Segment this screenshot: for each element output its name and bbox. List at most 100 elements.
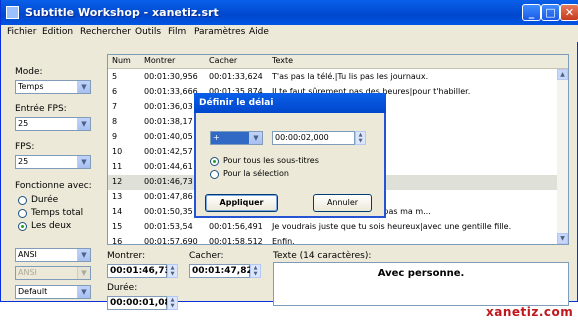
menu-aide[interactable]: Aide bbox=[249, 27, 269, 37]
table-cell: 00:01:44,61 bbox=[144, 162, 193, 171]
delay-dialog: Définir le délai + ▼ 00:00:02,000 ▲ ▼ Pour… bbox=[194, 93, 386, 218]
col-montrer[interactable]: Montrer bbox=[144, 56, 175, 65]
dialog-title: Définir le délai bbox=[194, 93, 386, 113]
window-title: Subtitle Workshop - xanetiz.srt bbox=[25, 6, 219, 19]
fps-in-select[interactable]: 25 ▼ bbox=[15, 117, 91, 131]
table-cell: 10 bbox=[112, 147, 123, 156]
chevron-down-icon: ▼ bbox=[249, 132, 262, 144]
table-cell: T'as pas la télé.|Tu lis pas les journau… bbox=[272, 72, 429, 81]
table-cell: 00:01:50,35 bbox=[144, 207, 193, 216]
minimize-button[interactable]: _ bbox=[522, 4, 541, 21]
table-cell: 13 bbox=[112, 192, 123, 201]
col-cacher[interactable]: Cacher bbox=[209, 56, 237, 65]
radio-selection[interactable] bbox=[210, 170, 219, 179]
table-cell: 6 bbox=[112, 87, 118, 96]
charset-select[interactable]: ANSI ▼ bbox=[15, 248, 91, 262]
table-cell: 12 bbox=[112, 177, 123, 186]
table-cell: 5 bbox=[112, 72, 118, 81]
delay-input[interactable]: 00:00:02,000 bbox=[272, 131, 355, 145]
watermark: xanetiz.com bbox=[486, 305, 574, 319]
radio-temps-total[interactable] bbox=[18, 209, 27, 218]
table-cell: 7 bbox=[112, 102, 118, 111]
chevron-down-icon: ▼ bbox=[77, 286, 90, 298]
menu-bar: Fichier Edition Rechercher Outils Film P… bbox=[2, 25, 578, 42]
menu-edition[interactable]: Edition bbox=[42, 27, 73, 37]
fps-in-label: Entrée FPS: bbox=[15, 104, 67, 114]
radio-les-deux[interactable] bbox=[18, 222, 27, 231]
text-label: Texte (14 caractères): bbox=[273, 251, 372, 261]
radio-all-subtitles-label: Pour tous les sous-titres bbox=[223, 156, 319, 165]
table-cell: 00:01:47,86 bbox=[144, 192, 193, 201]
table-cell: 00:01:42,57 bbox=[144, 147, 193, 156]
scroll-down-icon[interactable]: ▼ bbox=[557, 233, 568, 244]
apply-button[interactable]: Appliquer bbox=[205, 194, 278, 212]
radio-temps-total-label: Temps total bbox=[31, 208, 84, 218]
hide-label: Cacher: bbox=[189, 251, 224, 261]
maximize-button[interactable]: □ bbox=[541, 4, 560, 21]
table-cell: 00:01:36,03 bbox=[144, 102, 193, 111]
show-label: Montrer: bbox=[107, 251, 146, 261]
chevron-down-icon: ▼ bbox=[77, 267, 90, 279]
app-window: Subtitle Workshop - xanetiz.srt _ □ ✕ Fi… bbox=[0, 0, 578, 310]
works-with-label: Fonctionne avec: bbox=[15, 181, 92, 191]
delay-spinner[interactable]: ▲ ▼ bbox=[355, 131, 366, 145]
menu-rechercher[interactable]: Rechercher bbox=[80, 27, 131, 37]
chevron-down-icon: ▼ bbox=[77, 81, 90, 93]
format-select[interactable]: Default ▼ bbox=[15, 285, 91, 299]
table-cell: 00:01:58,512 bbox=[209, 237, 263, 245]
table-cell: 00:01:57,690 bbox=[144, 237, 198, 245]
table-cell: 8 bbox=[112, 117, 118, 126]
table-row[interactable]: 16 00:01:57,690 00:01:58,512 Enfin. bbox=[108, 235, 557, 245]
radio-selection-label: Pour la sélection bbox=[223, 169, 289, 178]
subtitle-text-area[interactable]: Avec personne. bbox=[273, 262, 569, 306]
sign-select[interactable]: + ▼ bbox=[210, 131, 263, 145]
table-cell: Enfin. bbox=[272, 237, 295, 245]
chevron-down-icon: ▼ bbox=[77, 118, 90, 130]
hide-time-input[interactable]: 00:01:47,823 bbox=[189, 264, 259, 278]
table-cell: 00:01:46,73 bbox=[144, 177, 193, 186]
hide-spinner[interactable]: ▲ ▼ bbox=[250, 264, 261, 278]
mode-select[interactable]: Temps ▼ bbox=[15, 80, 91, 94]
fps-select[interactable]: 25 ▼ bbox=[15, 155, 91, 169]
menu-fichier[interactable]: Fichier bbox=[7, 27, 36, 37]
table-cell: 15 bbox=[112, 222, 123, 231]
grid-header: Num Montrer Cacher Texte bbox=[108, 55, 568, 69]
table-cell: 14 bbox=[112, 207, 123, 216]
radio-all-subtitles[interactable] bbox=[210, 157, 219, 166]
table-cell: 00:01:38,17 bbox=[144, 117, 193, 126]
title-bar: Subtitle Workshop - xanetiz.srt _ □ ✕ bbox=[1, 0, 578, 25]
charset-select-disabled: ANSI ▼ bbox=[15, 266, 91, 280]
scroll-up-icon[interactable]: ▲ bbox=[557, 69, 568, 80]
table-cell: 00:01:53,54 bbox=[144, 222, 193, 231]
table-cell: 11 bbox=[112, 162, 123, 171]
table-cell: 9 bbox=[112, 132, 118, 141]
table-cell: 16 bbox=[112, 237, 123, 245]
duration-input[interactable]: 00:00:01,089 bbox=[107, 296, 177, 310]
table-row[interactable]: 5 00:01:30,956 00:01:33,624 T'as pas la tél… bbox=[108, 70, 557, 85]
radio-les-deux-label: Les deux bbox=[31, 221, 72, 231]
table-cell: 00:01:56,491 bbox=[209, 222, 263, 231]
col-texte[interactable]: Texte bbox=[272, 56, 293, 65]
table-row[interactable]: 15 00:01:53,54 00:01:56,491 Je voudrais jus… bbox=[108, 220, 557, 235]
menu-film[interactable]: Film bbox=[168, 27, 186, 37]
col-num[interactable]: Num bbox=[112, 56, 131, 65]
grid-scrollbar[interactable]: ▲ ▼ bbox=[557, 69, 568, 244]
table-cell: 00:01:30,956 bbox=[144, 72, 198, 81]
app-icon bbox=[6, 6, 19, 19]
radio-duree[interactable] bbox=[18, 196, 27, 205]
cancel-button[interactable]: Annuler bbox=[313, 194, 372, 212]
menu-outils[interactable]: Outils bbox=[135, 27, 161, 37]
chevron-down-icon: ▼ bbox=[77, 249, 90, 261]
table-cell: 00:01:33,624 bbox=[209, 72, 263, 81]
fps-label: FPS: bbox=[15, 142, 35, 152]
table-cell: Je voudrais juste que tu sois heureux|av… bbox=[272, 222, 512, 231]
duration-label: Durée: bbox=[107, 283, 138, 293]
show-spinner[interactable]: ▲ ▼ bbox=[167, 264, 178, 278]
close-button[interactable]: ✕ bbox=[560, 4, 578, 21]
menu-parametres[interactable]: Paramètres bbox=[194, 27, 245, 37]
table-cell: 00:01:40,05 bbox=[144, 132, 193, 141]
show-time-input[interactable]: 00:01:46,734 bbox=[107, 264, 177, 278]
duration-spinner[interactable]: ▲ ▼ bbox=[167, 296, 178, 310]
radio-duree-label: Durée bbox=[31, 195, 59, 205]
chevron-down-icon: ▼ bbox=[77, 156, 90, 168]
